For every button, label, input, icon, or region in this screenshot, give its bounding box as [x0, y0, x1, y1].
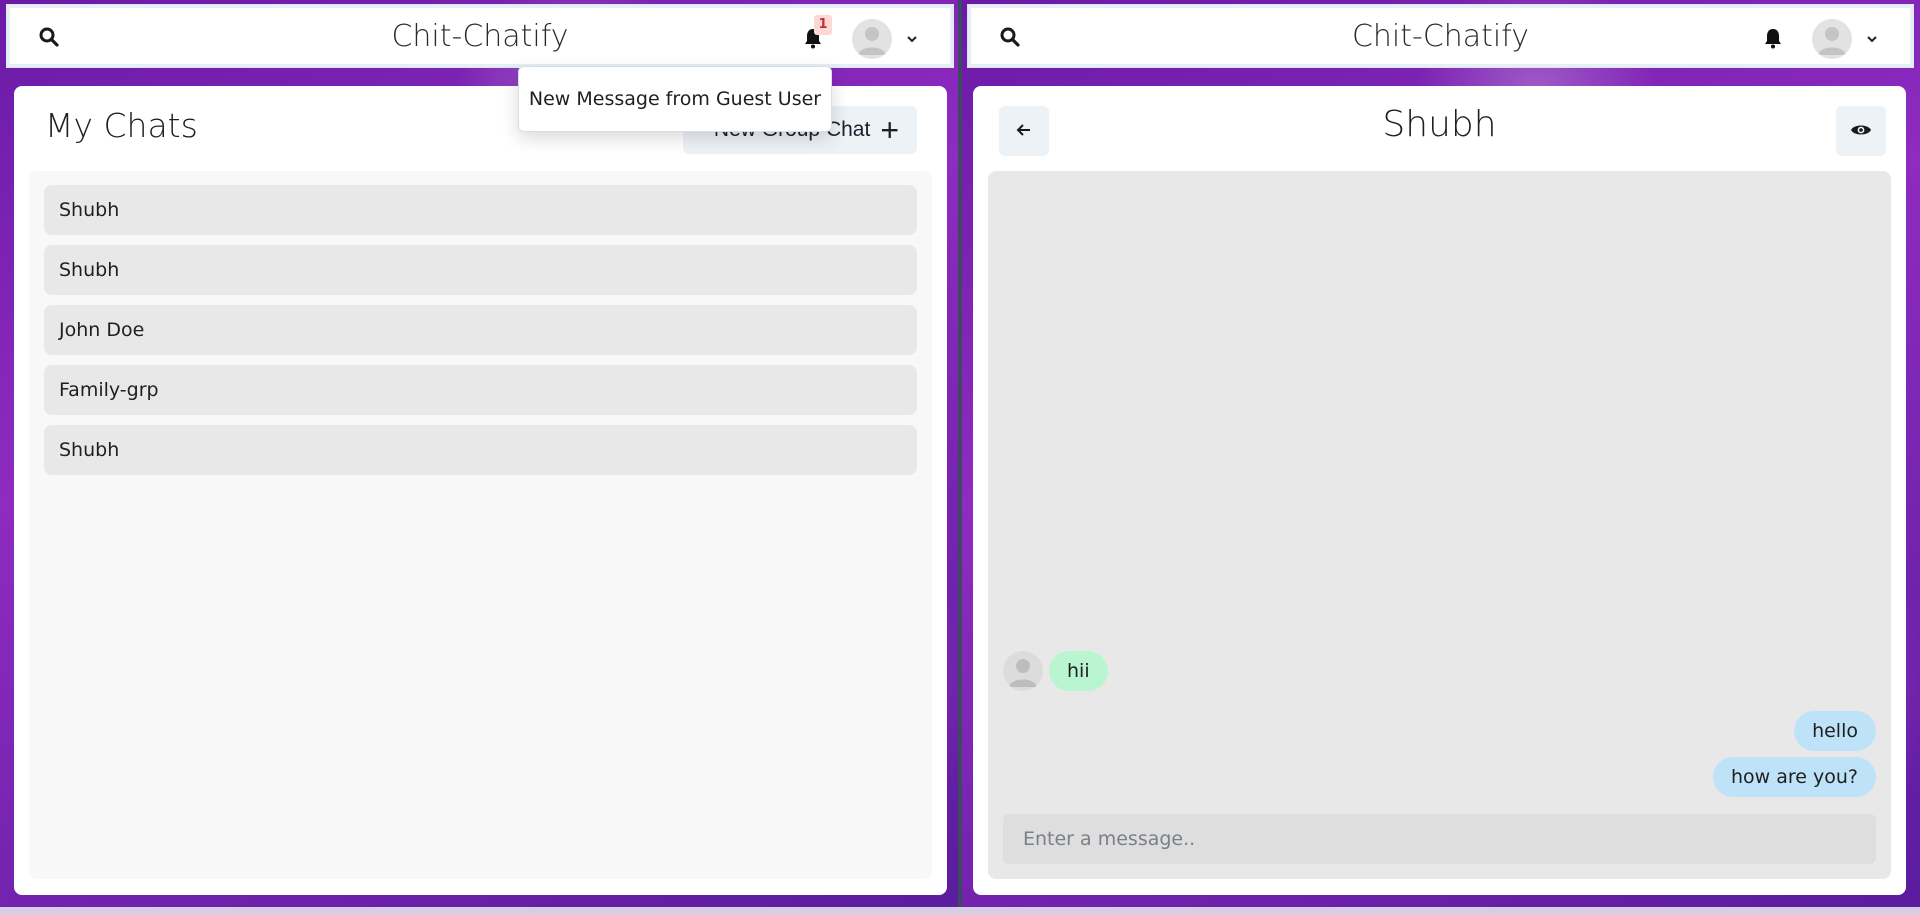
- message-bubble: hii: [1049, 651, 1108, 691]
- avatar-icon[interactable]: [1812, 19, 1852, 59]
- message-row-incoming: hii: [1003, 651, 1108, 691]
- pane-divider: [958, 0, 962, 915]
- chevron-down-icon[interactable]: [1865, 31, 1879, 45]
- chevron-down-icon[interactable]: [905, 31, 919, 45]
- bottom-strip: [0, 907, 1920, 915]
- messages-area: hii hello how are you?: [988, 171, 1891, 879]
- chat-list-item[interactable]: Shubh: [44, 185, 917, 235]
- my-chats-card: My Chats New Group Chat + Shubh Shubh Jo…: [14, 86, 947, 895]
- message-bubble: how are you?: [1712, 757, 1876, 797]
- bell-icon[interactable]: [1763, 27, 1783, 49]
- right-window: Chit-Chatify Shubh hii hello how are you…: [961, 0, 1920, 915]
- top-navbar: Chit-Chatify 1: [6, 4, 954, 68]
- chat-window-card: Shubh hii hello how are you?: [973, 86, 1906, 895]
- plus-icon: +: [880, 112, 899, 148]
- left-window: Chit-Chatify 1 My Chats New Group Chat +…: [0, 0, 960, 915]
- top-navbar: Chit-Chatify: [967, 4, 1914, 68]
- message-input[interactable]: [1003, 814, 1876, 864]
- chat-list-item[interactable]: Shubh: [44, 245, 917, 295]
- eye-icon: [1850, 122, 1872, 141]
- view-profile-button[interactable]: [1836, 106, 1886, 156]
- chat-list-item[interactable]: Shubh: [44, 425, 917, 475]
- chat-title: Shubh: [1382, 104, 1497, 145]
- chat-list-item[interactable]: John Doe: [44, 305, 917, 355]
- chat-list: Shubh Shubh John Doe Family-grp Shubh: [29, 171, 932, 879]
- chat-list-item[interactable]: Family-grp: [44, 365, 917, 415]
- my-chats-title: My Chats: [45, 106, 198, 145]
- message-row-outgoing: how are you?: [1712, 757, 1876, 797]
- notification-popup[interactable]: New Message from Guest User: [518, 66, 832, 132]
- message-row-outgoing: hello: [1794, 711, 1876, 751]
- avatar-icon[interactable]: [1003, 651, 1043, 691]
- notification-badge: 1: [814, 15, 832, 35]
- message-bubble: hello: [1794, 711, 1876, 751]
- avatar-icon[interactable]: [852, 19, 892, 59]
